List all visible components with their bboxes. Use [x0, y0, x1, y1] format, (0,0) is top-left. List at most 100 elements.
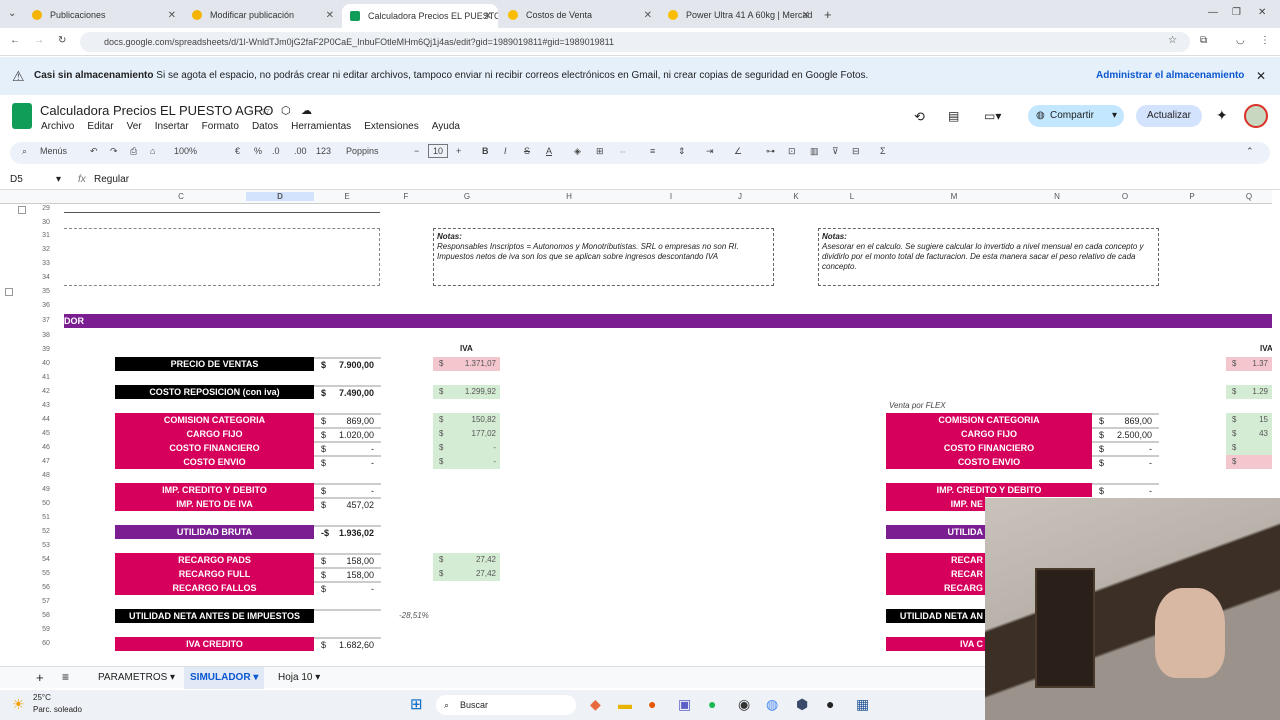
- percent-format-button[interactable]: %: [254, 146, 262, 156]
- forward-icon[interactable]: →: [34, 35, 44, 46]
- flex-imp-credito-debito-cell[interactable]: $ -: [1092, 483, 1159, 496]
- row-header[interactable]: 44: [34, 416, 58, 423]
- gemini-icon[interactable]: ✦: [1216, 107, 1228, 124]
- column-header[interactable]: O: [1092, 192, 1158, 201]
- zoom-select[interactable]: 100%: [174, 146, 197, 156]
- row-header[interactable]: 29: [34, 205, 58, 212]
- iva-cell[interactable]: $177,02: [433, 427, 500, 441]
- menu-extensiones[interactable]: Extensiones: [364, 121, 418, 132]
- functions-icon[interactable]: Σ: [880, 146, 886, 156]
- utilidad-bruta-cell[interactable]: -$ 1.936,02: [314, 525, 381, 538]
- profile-icon[interactable]: ◡: [1236, 35, 1245, 46]
- teams-icon[interactable]: ▣: [678, 696, 691, 713]
- text-color-icon[interactable]: A: [546, 146, 552, 156]
- flex-comision-categoria-cell[interactable]: $869,00: [1092, 413, 1159, 426]
- group-toggle-icon[interactable]: [18, 206, 26, 214]
- comments-icon[interactable]: ▤: [948, 109, 959, 123]
- close-banner-icon[interactable]: ✕: [1256, 57, 1266, 95]
- costo-financiero-cell[interactable]: $ -: [314, 441, 381, 454]
- menu-editar[interactable]: Editar: [87, 121, 113, 132]
- recargo-fallos-cell[interactable]: $ -: [314, 581, 381, 594]
- column-header[interactable]: G: [432, 192, 502, 201]
- column-header[interactable]: J: [706, 192, 774, 201]
- redo-icon[interactable]: ↷: [110, 146, 118, 157]
- borders-icon[interactable]: ⊞: [596, 146, 604, 157]
- taskbar-search[interactable]: ⌕ Buscar: [436, 695, 576, 715]
- row-header[interactable]: 36: [34, 302, 58, 309]
- wrap-text-icon[interactable]: ⇥: [706, 146, 714, 157]
- font-size-increase-icon[interactable]: +: [456, 146, 461, 156]
- flex-iva-cell[interactable]: $: [1226, 441, 1272, 455]
- minimize-window-icon[interactable]: —: [1208, 7, 1218, 18]
- column-header[interactable]: K: [774, 192, 818, 201]
- close-tab-icon[interactable]: ✕: [802, 10, 810, 21]
- font-size-decrease-icon[interactable]: −: [414, 146, 419, 156]
- browser-tab-modificar[interactable]: Modificar publicación ✕: [184, 4, 340, 26]
- column-header[interactable]: M: [886, 192, 1022, 201]
- row-header[interactable]: 43: [34, 402, 58, 409]
- row-header[interactable]: 58: [34, 612, 58, 619]
- iva-precio-venta-cell[interactable]: $1.371,07: [433, 357, 500, 371]
- row-header[interactable]: 30: [34, 219, 58, 226]
- row-header[interactable]: 42: [34, 388, 58, 395]
- menu-archivo[interactable]: Archivo: [41, 121, 74, 132]
- fill-color-icon[interactable]: ◈: [574, 146, 581, 157]
- column-header[interactable]: L: [818, 192, 886, 201]
- column-header[interactable]: E: [314, 192, 380, 201]
- collapse-toolbar-icon[interactable]: ⌃: [1246, 146, 1254, 157]
- link-icon[interactable]: ⊶: [766, 146, 775, 157]
- share-button[interactable]: Compartir ◍ ▾: [1028, 105, 1124, 127]
- comision-categoria-cell[interactable]: $869,00: [314, 413, 381, 426]
- calculator-icon[interactable]: ▦: [856, 696, 869, 713]
- notes-box-right[interactable]: Notas: Asesorar en el calculo. Se sugier…: [818, 228, 1159, 286]
- text-rotation-icon[interactable]: ∠: [734, 146, 742, 157]
- row-header[interactable]: 50: [34, 500, 58, 507]
- row-header[interactable]: 45: [34, 430, 58, 437]
- row-header[interactable]: 54: [34, 556, 58, 563]
- row-header[interactable]: 59: [34, 626, 58, 633]
- italic-icon[interactable]: I: [504, 146, 507, 156]
- extensions-icon[interactable]: ⧉: [1200, 35, 1207, 46]
- browser-menu-icon[interactable]: ⋮: [1260, 35, 1270, 46]
- manage-storage-link[interactable]: Administrar el almacenamiento: [1096, 57, 1244, 95]
- filter-views-icon[interactable]: ⊟: [852, 146, 860, 157]
- column-header[interactable]: N: [1022, 192, 1092, 201]
- windows-start-icon[interactable]: ⊞: [410, 695, 423, 713]
- strikethrough-icon[interactable]: S: [524, 146, 530, 156]
- row-header[interactable]: 38: [34, 332, 58, 339]
- recargo-full-cell[interactable]: $158,00: [314, 567, 381, 580]
- menu-ayuda[interactable]: Ayuda: [432, 121, 460, 132]
- iva-costo-reposicion-cell[interactable]: $1.299,92: [433, 385, 500, 399]
- close-tab-icon[interactable]: ✕: [484, 11, 492, 22]
- iva-credito-cell[interactable]: $1.682,60: [314, 637, 381, 650]
- row-header[interactable]: 37: [34, 317, 58, 324]
- flex-iva-cell[interactable]: $1.29: [1226, 385, 1272, 399]
- more-formats-button[interactable]: 123: [316, 146, 331, 156]
- column-header[interactable]: I: [636, 192, 706, 201]
- github-icon[interactable]: ●: [826, 696, 834, 712]
- firefox-icon[interactable]: ●: [648, 696, 656, 712]
- row-header[interactable]: 31: [34, 232, 58, 239]
- row-header[interactable]: 39: [34, 346, 58, 353]
- font-size-input[interactable]: 10: [428, 144, 449, 158]
- move-icon[interactable]: ⬡: [281, 104, 291, 117]
- row-header[interactable]: 33: [34, 260, 58, 267]
- tab-list-icon[interactable]: ⌄: [8, 8, 16, 19]
- column-header[interactable]: P: [1158, 192, 1226, 201]
- browser-tab-calculadora[interactable]: Calculadora Precios EL PUESTO ✕: [342, 4, 498, 28]
- notes-box-left[interactable]: Notas: Responsables Inscriptos = Autonom…: [433, 228, 774, 286]
- obs-icon[interactable]: ◉: [738, 696, 750, 713]
- row-header[interactable]: 55: [34, 570, 58, 577]
- row-header[interactable]: 56: [34, 584, 58, 591]
- formula-input[interactable]: Regular: [94, 174, 129, 185]
- flex-iva-cell[interactable]: $1.37: [1226, 357, 1272, 371]
- weather-icon[interactable]: ☀: [12, 696, 25, 713]
- search-icon[interactable]: ⌕: [22, 146, 27, 157]
- flex-costo-financiero-cell[interactable]: $ -: [1092, 441, 1159, 454]
- sheet-tab-parametros[interactable]: PARAMETROS ▾: [98, 672, 175, 683]
- name-box-dropdown-icon[interactable]: ▾: [56, 174, 61, 185]
- update-button[interactable]: Actualizar: [1136, 105, 1202, 127]
- avatar[interactable]: [1244, 104, 1268, 128]
- document-title[interactable]: Calculadora Precios EL PUESTO AGRO: [40, 103, 273, 118]
- flex-iva-cell[interactable]: $43: [1226, 427, 1272, 441]
